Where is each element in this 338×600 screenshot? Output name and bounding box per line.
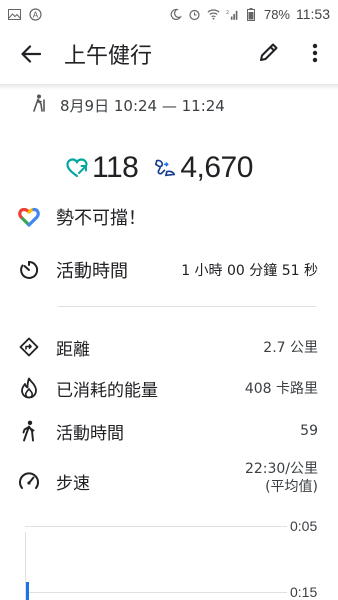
- timer-icon: [18, 259, 40, 281]
- summary-metrics: 118 4,670: [66, 148, 253, 188]
- app-bar: 上午健行: [0, 28, 338, 80]
- divider: [58, 306, 316, 307]
- active-duration: 活動時間 1 小時 00 分鐘 51 秒: [18, 257, 318, 283]
- session-date: 8月9日 10:24 — 11:24: [32, 94, 225, 116]
- stat-row-active-time: 活動時間 59: [18, 418, 318, 444]
- pace-value: 22:30/公里: [244, 461, 318, 477]
- flame-icon: [18, 377, 40, 399]
- location-icon: [18, 336, 40, 358]
- pace-qualifier: (平均值): [265, 479, 318, 495]
- signal-icon: 2: [226, 8, 239, 21]
- chart-gridline: [25, 592, 287, 593]
- steps-value: 4,670: [180, 151, 253, 184]
- stat-value: 2.7 公里: [263, 340, 318, 356]
- do-not-disturb-icon: [169, 8, 182, 21]
- stat-label: 距離: [56, 339, 90, 360]
- app-notification-icon: A: [29, 7, 42, 21]
- walking-icon: [18, 420, 40, 442]
- status-time: 11:53: [296, 6, 330, 22]
- battery-icon: [245, 7, 258, 21]
- chart-bar: [26, 582, 29, 600]
- chart-tick-label: 0:15: [290, 584, 318, 600]
- stat-value: 59: [300, 423, 318, 439]
- stat-label: 已消耗的能量: [56, 380, 158, 401]
- status-bar: A 2 78% 11:53: [0, 0, 338, 28]
- alarm-icon: [188, 8, 201, 21]
- battery-level: 78%: [263, 6, 290, 22]
- stat-row-calories: 已消耗的能量 408 卡路里: [18, 375, 318, 401]
- speedometer-icon: [18, 470, 40, 492]
- app-bar-shadow: [0, 84, 338, 90]
- chart-gridline: [25, 526, 287, 527]
- back-button[interactable]: [18, 41, 44, 67]
- duration-value: 1 小時 00 分鐘 51 秒: [181, 263, 318, 279]
- stat-value-pace: 22:30/公里 (平均值): [245, 460, 318, 496]
- wifi-icon: [207, 8, 220, 21]
- stat-row-distance: 距離 2.7 公里: [18, 334, 318, 360]
- goal-message: 勢不可擋！: [56, 208, 146, 229]
- chart-tick-label: 0:05: [290, 518, 318, 534]
- google-fit-heart-icon: [18, 206, 40, 228]
- hiking-icon: [32, 94, 46, 116]
- svg-text:2: 2: [226, 10, 229, 16]
- edit-button[interactable]: [258, 41, 282, 65]
- arrow-back-icon: [21, 45, 41, 63]
- stat-label: 步速: [56, 474, 90, 494]
- steps-icon: [154, 157, 176, 179]
- more-options-button[interactable]: [305, 41, 325, 65]
- duration-label: 活動時間: [56, 261, 128, 282]
- goal-achievement: 勢不可擋！: [18, 204, 318, 230]
- pencil-icon: [260, 43, 278, 61]
- pace-chart: 0:05 0:15: [20, 516, 338, 600]
- stat-label: 活動時間: [56, 423, 124, 444]
- stat-value: 408 卡路里: [244, 381, 318, 397]
- gallery-icon: [8, 8, 21, 21]
- heart-points-icon: [66, 157, 88, 179]
- more-vert-icon: [312, 43, 318, 63]
- session-date-text: 8月9日 10:24 — 11:24: [60, 96, 225, 115]
- svg-text:A: A: [33, 10, 39, 19]
- heart-points-value: 118: [92, 151, 139, 184]
- stat-row-pace: 步速 22:30/公里 (平均值): [18, 460, 318, 500]
- page-title: 上午健行: [64, 44, 153, 69]
